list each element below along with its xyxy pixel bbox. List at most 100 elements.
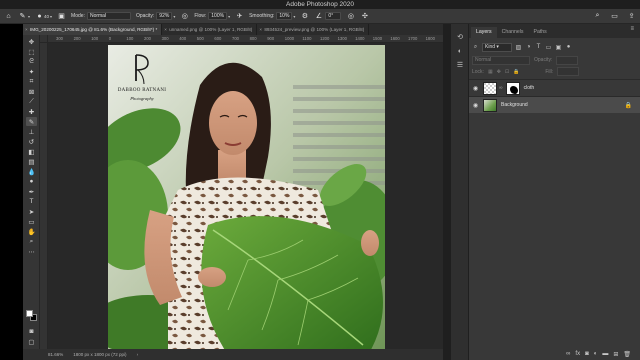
symmetry-icon[interactable]: ✣ [360,12,369,21]
filter-toggle-icon[interactable]: ● [565,44,572,50]
close-icon[interactable]: × [25,24,28,35]
brush-tool-icon[interactable]: ✎ [18,12,27,21]
tab-document-3[interactable]: × 8934524_preview.png @ 100% (Layer 1, R… [257,24,370,35]
share-icon[interactable]: ⇪ [627,11,636,20]
marquee-tool-icon[interactable]: ⬚ [26,47,37,56]
gradient-tool-icon[interactable]: ▤ [26,157,37,166]
zoom-level[interactable]: 81.66% [48,352,63,357]
layer-style-icon[interactable]: fx [575,351,580,357]
move-tool-icon[interactable]: ✥ [26,37,37,46]
history-brush-tool-icon[interactable]: ↺ [26,137,37,146]
pixel-filter-icon[interactable]: ▨ [515,44,522,51]
foreground-color-swatch[interactable] [26,310,33,317]
eyedropper-tool-icon[interactable]: ⟋ [26,97,37,106]
delete-layer-icon[interactable]: 🗑 [623,351,631,358]
visibility-eye-icon[interactable]: ◉ [469,102,482,109]
close-icon[interactable]: × [259,24,262,35]
opacity-field[interactable] [556,55,579,65]
screen-mode-icon[interactable]: ▢ [26,337,37,346]
chevron-right-icon[interactable]: › [137,352,139,357]
shape-filter-icon[interactable]: ▭ [545,44,552,51]
layers-panel: Layers Channels Paths ≡ ⌕ Kind ▾ ▨ ◑ T ▭… [469,24,640,360]
fill-field[interactable] [557,67,580,76]
lock-pixels-icon[interactable]: ▦ [488,69,493,75]
add-mask-icon[interactable]: ◙ [585,351,589,357]
layer-thumbnail[interactable] [483,98,497,112]
new-layer-icon[interactable]: ⊞ [613,351,618,358]
vertical-ruler[interactable] [40,43,48,349]
mode-select[interactable]: Normal [86,12,131,20]
tab-document-2[interactable]: × unnamed.png @ 100% (Layer 1, RGB/8) [162,24,258,35]
type-tool-icon[interactable]: T [26,197,37,206]
smart-object-filter-icon[interactable]: ▣ [555,44,562,51]
crop-tool-icon[interactable]: ⌗ [26,77,37,86]
tab-channels[interactable]: Channels [497,27,529,38]
ruler-tick-label: 0 [108,36,112,41]
type-filter-icon[interactable]: T [535,44,542,50]
layer-row-cloth[interactable]: ◉ ∞ cloth [469,79,640,96]
blend-mode-select[interactable]: Normal [472,55,530,65]
zoom-tool-icon[interactable]: ⌕ [26,237,37,246]
link-layers-icon[interactable]: ∞ [566,351,570,357]
close-icon[interactable]: × [164,24,167,35]
pressure-opacity-icon[interactable]: ◎ [180,12,189,21]
kind-filter-select[interactable]: Kind ▾ [482,42,512,52]
path-selection-tool-icon[interactable]: ➤ [26,207,37,216]
healing-brush-tool-icon[interactable]: ✚ [26,107,37,116]
visibility-eye-icon[interactable]: ◉ [469,85,482,92]
blur-tool-icon[interactable]: 💧 [26,167,37,176]
search-icon[interactable]: ⌕ [593,11,602,20]
angle-field[interactable]: 0° [325,12,342,20]
opacity-field[interactable]: 92% [156,12,173,20]
tab-layers[interactable]: Layers [471,27,497,38]
lasso-tool-icon[interactable]: ᘓ [26,57,37,66]
workspace-icon[interactable]: ▭ [610,11,619,20]
tab-paths[interactable]: Paths [529,27,552,38]
flow-field[interactable]: 100% [208,12,228,20]
adjustment-filter-icon[interactable]: ◑ [525,44,532,50]
lock-artboard-icon[interactable]: ⊡ [505,69,509,75]
eraser-tool-icon[interactable]: ◧ [26,147,37,156]
mode-label: Mode: [71,13,85,19]
document-image[interactable]: DABBOO RATNANI Photography [108,45,385,349]
brush-settings-icon[interactable]: ▣ [57,12,66,21]
layer-name[interactable]: cloth [524,85,535,91]
history-panel-icon[interactable]: ⟲ [455,32,465,42]
brush-preset-picker[interactable]: ● 40 ▾ [35,12,52,21]
canvas-area[interactable]: DABBOO RATNANI Photography [48,43,443,349]
quick-mask-icon[interactable]: ◙ [26,327,37,336]
pen-tool-icon[interactable]: ✒ [26,187,37,196]
quick-select-tool-icon[interactable]: ✦ [26,67,37,76]
smoothing-field[interactable]: 10% [276,12,293,20]
frame-tool-icon[interactable]: ⊠ [26,87,37,96]
adjustments-panel-icon[interactable]: ◐ [455,46,465,56]
ruler-corner[interactable] [40,35,48,43]
link-icon[interactable]: ∞ [499,85,503,91]
layer-thumbnail[interactable] [483,81,497,95]
pressure-size-icon[interactable]: ◎ [346,12,355,21]
lock-icon[interactable]: 🔒 [625,102,632,109]
horizontal-ruler[interactable]: 300 200 100 0 100 200 300 400 500 600 700 800 900 100… [48,35,443,43]
airbrush-icon[interactable]: ✈ [235,12,244,21]
smoothing-settings-icon[interactable]: ⚙ [300,12,309,21]
layer-mask-thumbnail[interactable] [505,81,520,95]
new-adjustment-layer-icon[interactable]: ◐ [594,351,598,357]
watermark-sub: Photography [130,96,154,101]
lock-position-icon[interactable]: ✥ [497,69,501,75]
hand-tool-icon[interactable]: ✋ [26,227,37,236]
tab-document-1[interactable]: × IMG_20200225_170645.jpg @ 81.6% (Backg… [23,24,163,35]
search-icon: ⌕ [473,43,478,50]
panel-menu-icon[interactable]: ≡ [630,26,634,32]
layer-name[interactable]: Background [501,102,528,108]
brush-tool-icon[interactable]: ✎ [26,117,37,126]
more-tools-icon[interactable]: ⋯ [26,247,37,256]
ruler-tick-label: 800 [249,36,257,41]
new-group-icon[interactable]: ▬ [602,351,608,357]
lock-all-icon[interactable]: 🔒 [513,69,519,75]
clone-stamp-tool-icon[interactable]: ⊥ [26,127,37,136]
properties-panel-icon[interactable]: ☰ [455,60,465,70]
layer-row-background[interactable]: ◉ Background 🔒 [469,96,640,113]
rectangle-tool-icon[interactable]: ▭ [26,217,37,226]
dodge-tool-icon[interactable]: ● [26,177,37,186]
home-icon[interactable]: ⌂ [4,12,13,21]
